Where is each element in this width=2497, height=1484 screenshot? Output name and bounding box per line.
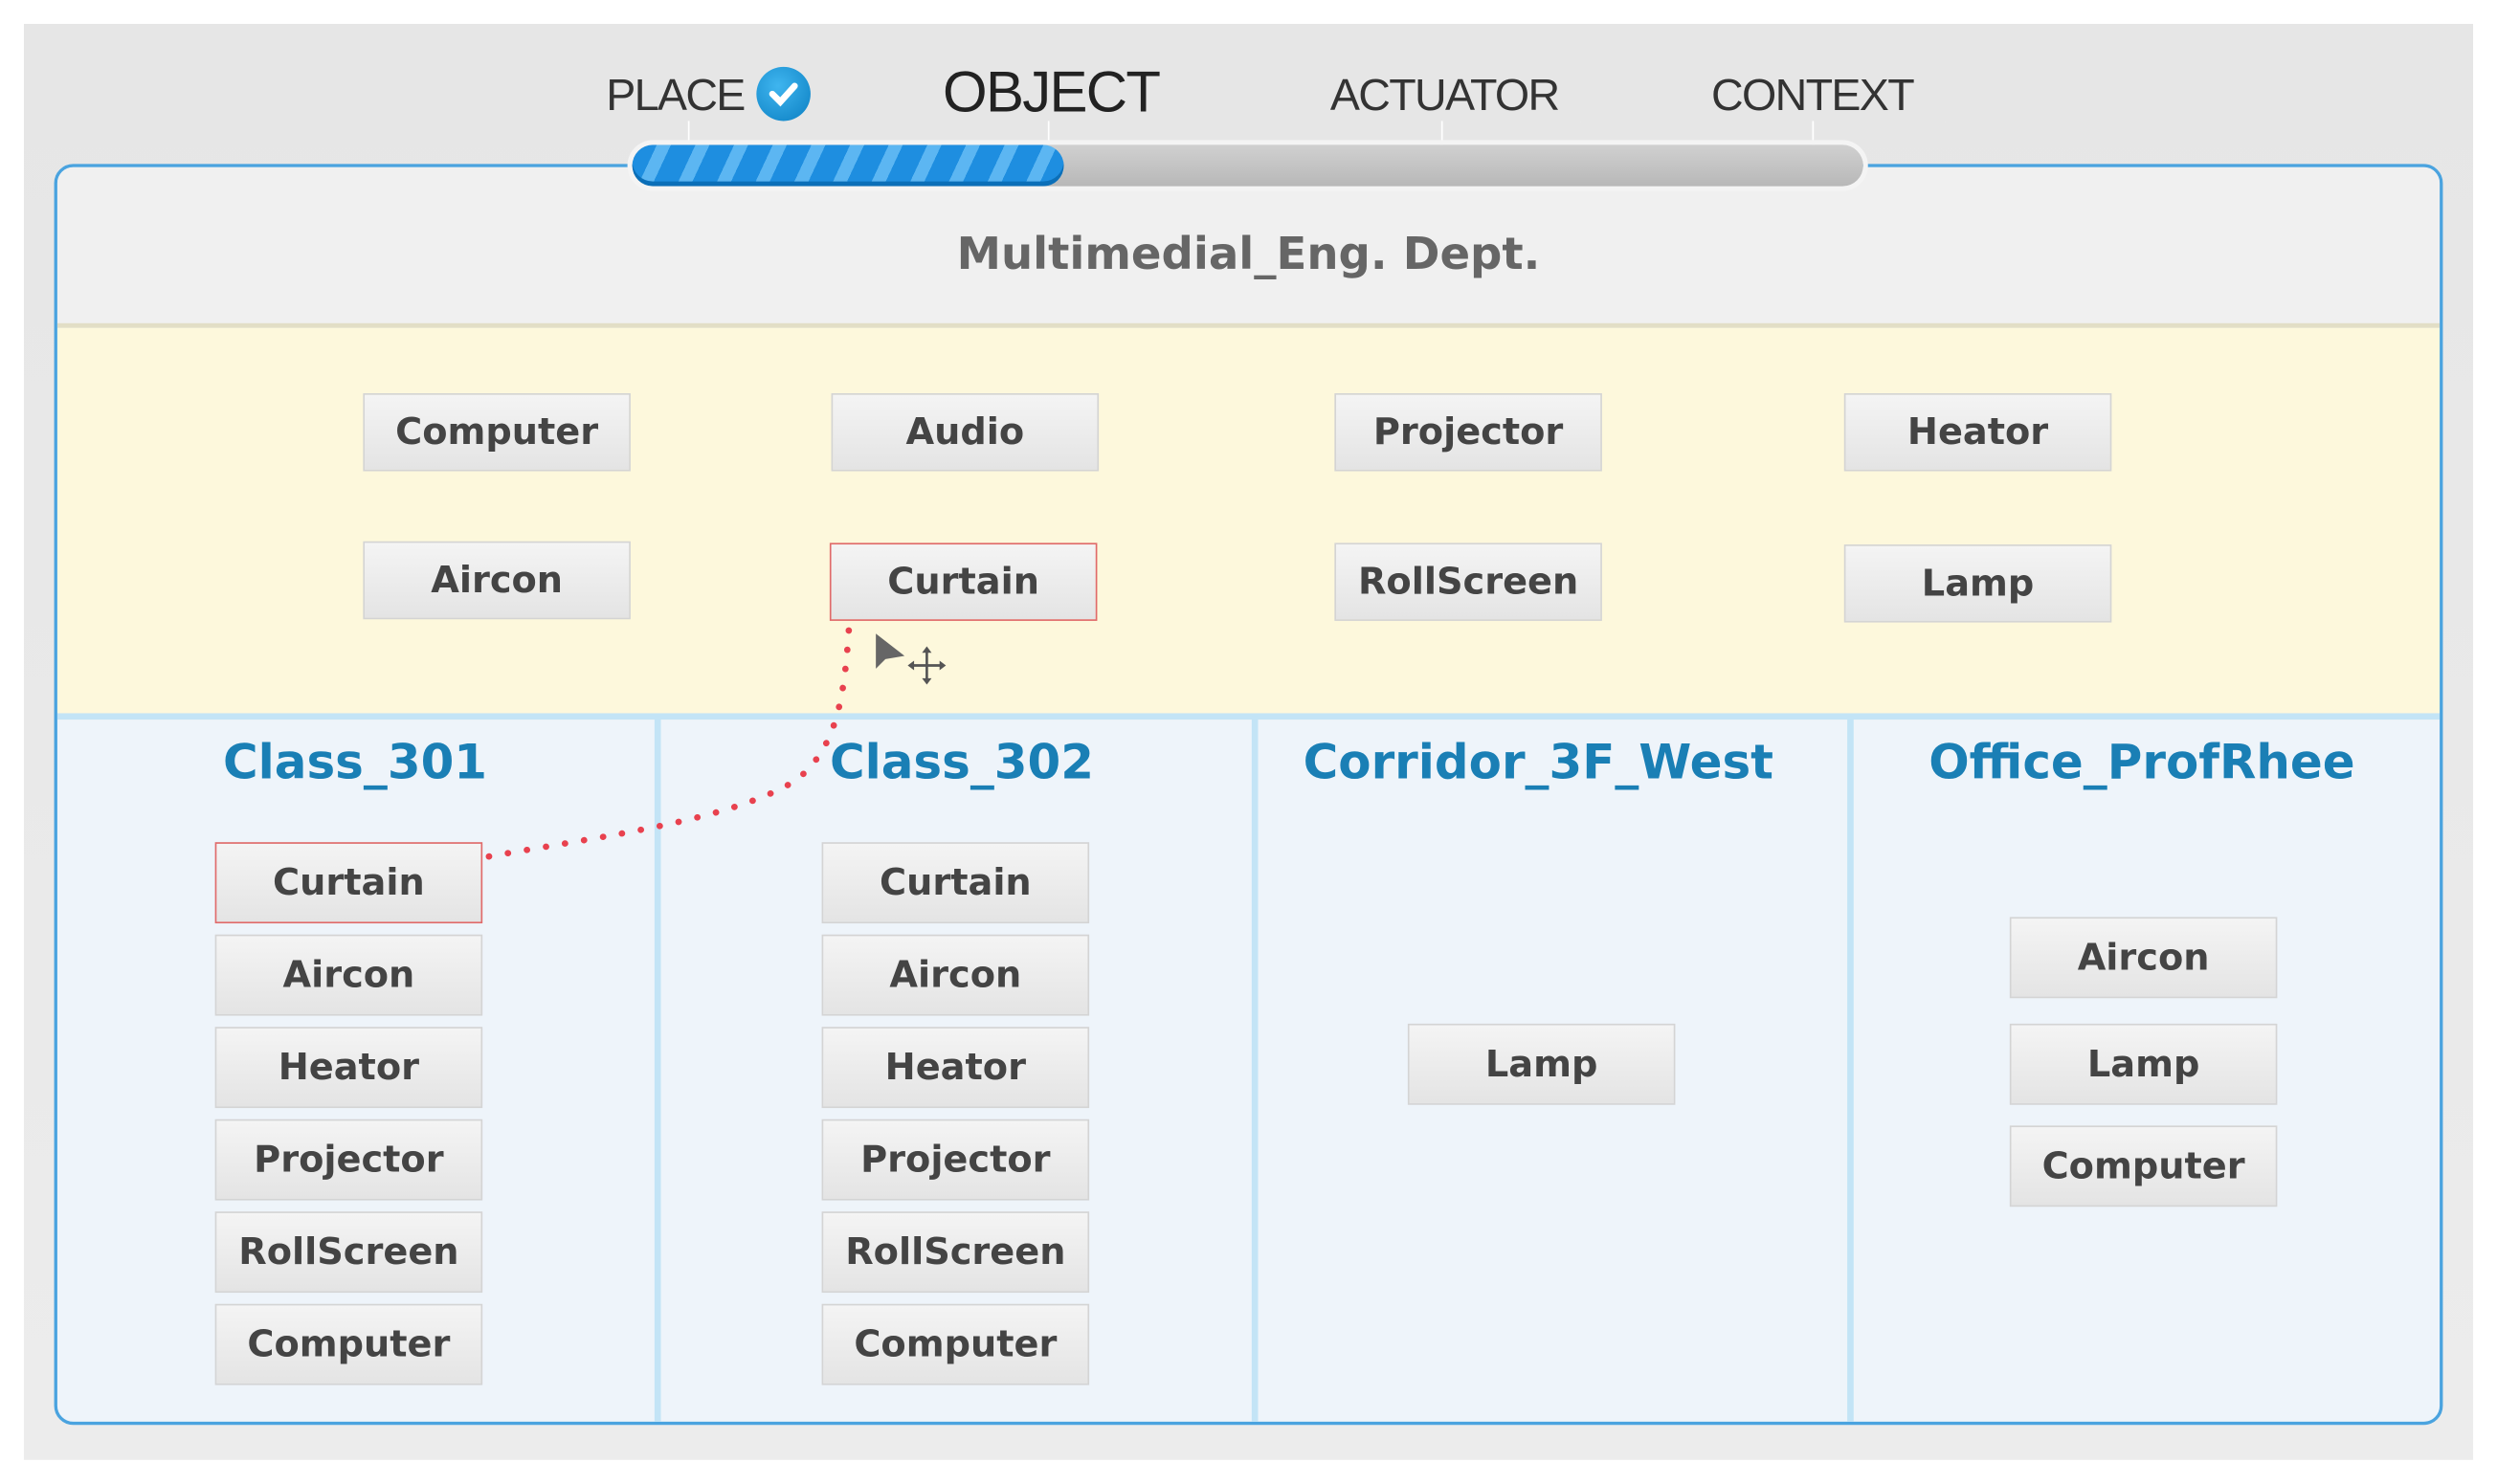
cursor-icon: [876, 633, 905, 669]
wizard-screen: PLACE OBJECT ACTUATOR CONTEXT Multimedia…: [0, 0, 2497, 1484]
move-icon: [907, 646, 947, 685]
drag-overlay: [485, 627, 947, 860]
drag-line: [485, 627, 853, 860]
